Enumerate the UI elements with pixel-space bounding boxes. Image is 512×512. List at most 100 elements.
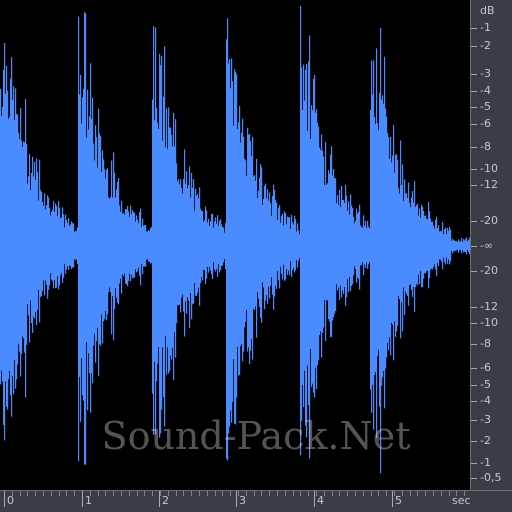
- time-minor-tick: [386, 491, 387, 496]
- db-tick: [471, 323, 477, 324]
- time-minor-tick: [121, 491, 122, 496]
- time-minor-tick: [160, 491, 161, 496]
- time-minor-tick: [246, 491, 247, 496]
- db-tick: [471, 147, 477, 148]
- time-minor-tick: [433, 491, 434, 496]
- time-minor-tick: [332, 491, 333, 496]
- time-tick: [159, 491, 160, 507]
- time-minor-tick: [285, 491, 286, 496]
- time-minor-tick: [371, 491, 372, 496]
- db-tick-label: -5: [480, 100, 491, 113]
- time-minor-tick: [254, 491, 255, 496]
- db-tick: [471, 441, 477, 442]
- db-tick: [471, 401, 477, 402]
- time-minor-tick: [51, 491, 52, 496]
- waveform-view[interactable]: [0, 0, 470, 490]
- time-minor-tick: [176, 491, 177, 496]
- time-minor-tick: [207, 491, 208, 496]
- time-tick-label: 5: [395, 494, 402, 507]
- db-tick-label: -10: [480, 162, 498, 175]
- time-tick: [236, 491, 237, 507]
- time-tick-label: 3: [239, 494, 246, 507]
- db-tick-label: -4: [480, 84, 491, 97]
- time-minor-tick: [199, 491, 200, 496]
- time-minor-tick: [410, 491, 411, 496]
- time-ruler[interactable]: sec 0 1 2 3 4 5: [0, 490, 512, 512]
- db-tick-label: -4: [480, 394, 491, 407]
- time-minor-tick: [308, 491, 309, 496]
- time-minor-tick: [105, 491, 106, 496]
- time-tick: [82, 491, 83, 507]
- time-minor-tick: [20, 491, 21, 496]
- db-tick-label: -10: [480, 316, 498, 329]
- time-minor-tick: [183, 491, 184, 496]
- db-tick-label: -8: [480, 337, 491, 350]
- db-tick-label: -1: [480, 456, 491, 469]
- time-minor-tick: [417, 491, 418, 496]
- db-tick: [471, 463, 477, 464]
- time-minor-tick: [43, 491, 44, 496]
- db-tick: [471, 46, 477, 47]
- db-tick: [471, 91, 477, 92]
- time-minor-tick: [129, 491, 130, 496]
- db-tick: [471, 107, 477, 108]
- zero-line: [0, 245, 470, 247]
- time-minor-tick: [464, 491, 465, 496]
- time-minor-tick: [355, 491, 356, 496]
- db-tick: [471, 246, 477, 247]
- waveform: [0, 6, 470, 474]
- time-minor-tick: [191, 491, 192, 496]
- db-tick-label: -1: [480, 21, 491, 34]
- time-minor-tick: [339, 491, 340, 496]
- time-tick: [392, 491, 393, 507]
- time-minor-tick: [113, 491, 114, 496]
- time-minor-tick: [144, 491, 145, 496]
- db-tick: [471, 368, 477, 369]
- waveform-samples: [0, 6, 470, 474]
- db-tick: [471, 221, 477, 222]
- time-tick-label: 4: [317, 494, 324, 507]
- db-tick-label: -2: [480, 434, 491, 447]
- audio-editor: dB -1 -2 -3 -4 -5 -6 -8 -10 -12 -20 -∞ -20 -12 -10 -8-…: [0, 0, 512, 512]
- db-tick: [471, 385, 477, 386]
- time-minor-tick: [456, 491, 457, 496]
- db-tick: [471, 307, 477, 308]
- db-tick-label: -3: [480, 67, 491, 80]
- time-minor-tick: [261, 491, 262, 496]
- db-tick-label: -3: [480, 413, 491, 426]
- time-minor-tick: [293, 491, 294, 496]
- db-tick-label: -8: [480, 140, 491, 153]
- db-tick-label: -12: [480, 178, 498, 191]
- db-ruler: dB -1 -2 -3 -4 -5 -6 -8 -10 -12 -20 -∞ -20 -12 -10 -8 -…: [470, 0, 512, 490]
- time-minor-tick: [230, 491, 231, 496]
- time-tick: [314, 491, 315, 507]
- time-tick: [4, 491, 5, 507]
- time-minor-tick: [27, 491, 28, 496]
- time-minor-tick: [300, 491, 301, 496]
- time-minor-tick: [277, 491, 278, 496]
- time-unit-label: sec: [452, 494, 471, 507]
- db-tick: [471, 344, 477, 345]
- db-tick-label: -20: [480, 264, 498, 277]
- time-minor-tick: [98, 491, 99, 496]
- db-unit-label: dB: [480, 4, 495, 17]
- time-tick-label: 2: [162, 494, 169, 507]
- db-tick: [471, 28, 477, 29]
- db-tick: [471, 478, 477, 479]
- time-minor-tick: [441, 491, 442, 496]
- time-minor-tick: [59, 491, 60, 496]
- time-minor-tick: [215, 491, 216, 496]
- time-minor-tick: [269, 491, 270, 496]
- time-minor-tick: [152, 491, 153, 496]
- db-tick-label: -∞: [480, 239, 494, 252]
- db-tick-label: -6: [480, 117, 491, 130]
- time-minor-tick: [347, 491, 348, 496]
- db-tick: [471, 271, 477, 272]
- time-minor-tick: [74, 491, 75, 496]
- time-minor-tick: [378, 491, 379, 496]
- db-tick: [471, 185, 477, 186]
- db-tick-label: -6: [480, 361, 491, 374]
- time-minor-tick: [324, 491, 325, 496]
- db-tick-label: -12: [480, 300, 498, 313]
- time-minor-tick: [449, 491, 450, 496]
